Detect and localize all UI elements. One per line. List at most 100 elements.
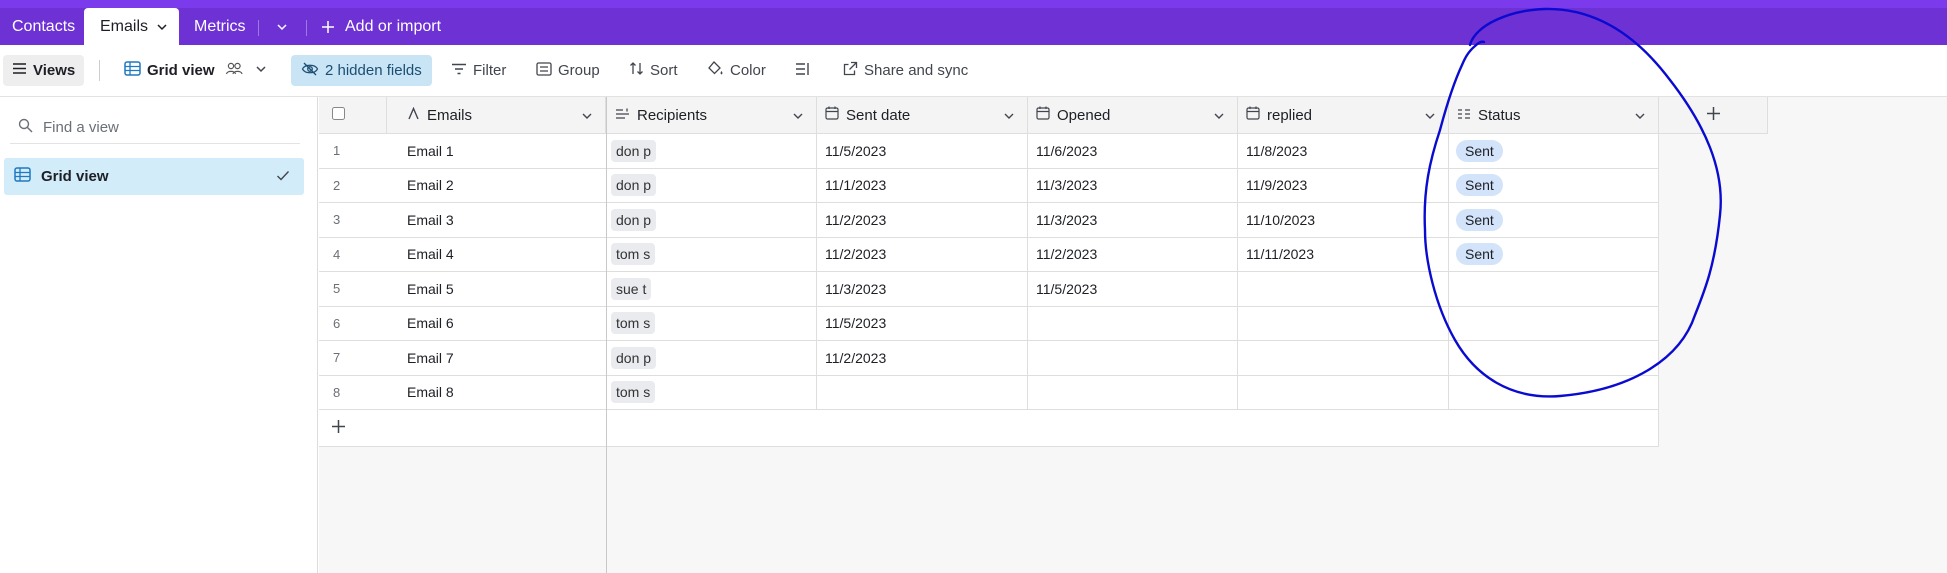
hidden-fields-button[interactable]: 2 hidden fields <box>291 55 432 86</box>
cell-replied[interactable]: 11/11/2023 <box>1238 237 1449 272</box>
cell-email[interactable]: Email 1 <box>387 134 607 169</box>
cell-replied[interactable] <box>1238 272 1449 307</box>
cell-status[interactable] <box>1449 272 1659 307</box>
column-header-opened[interactable]: Opened <box>1028 97 1238 134</box>
column-header-sent-date[interactable]: Sent date <box>817 97 1028 134</box>
cell-recipient[interactable]: don p <box>607 134 817 169</box>
cell-email[interactable]: Email 8 <box>387 375 607 410</box>
link-icon <box>615 107 630 124</box>
cell-email[interactable]: Email 7 <box>387 341 607 376</box>
cell-replied[interactable]: 11/9/2023 <box>1238 168 1449 203</box>
cell-sent-date[interactable]: 11/5/2023 <box>817 306 1028 341</box>
cell-opened[interactable] <box>1028 375 1238 410</box>
recipient-chip: don p <box>611 346 657 369</box>
cell-status[interactable]: Sent <box>1449 168 1659 203</box>
views-toggle-button[interactable]: Views <box>3 55 85 86</box>
cell-email[interactable]: Email 3 <box>387 203 607 238</box>
cell-email[interactable]: Email 4 <box>387 237 607 272</box>
cell-opened[interactable]: 11/3/2023 <box>1028 203 1238 238</box>
cell-opened[interactable]: 11/5/2023 <box>1028 272 1238 307</box>
cell-status[interactable] <box>1449 306 1659 341</box>
cell-replied[interactable] <box>1238 306 1449 341</box>
cell-replied[interactable]: 11/8/2023 <box>1238 134 1449 169</box>
cell-recipient[interactable]: tom s <box>607 375 817 410</box>
tab-metrics[interactable]: Metrics <box>194 8 246 45</box>
cell-status[interactable] <box>1449 341 1659 376</box>
toolbar-divider <box>99 60 100 81</box>
cell-sent-date[interactable]: 11/5/2023 <box>817 134 1028 169</box>
cell-opened-value: 11/6/2023 <box>1036 142 1098 159</box>
add-or-import-button[interactable]: Add or import <box>321 8 441 45</box>
group-icon <box>536 61 552 80</box>
cell-replied[interactable] <box>1238 375 1449 410</box>
column-header-emails[interactable]: Emails <box>387 97 606 134</box>
cell-recipient[interactable]: don p <box>607 168 817 203</box>
grid-view-switcher[interactable]: Grid view <box>124 55 267 86</box>
column-label: Status <box>1478 106 1521 124</box>
share-and-sync-button[interactable]: Share and sync <box>843 55 968 86</box>
cell-replied[interactable] <box>1238 341 1449 376</box>
group-button[interactable]: Group <box>536 55 600 86</box>
select-all-checkbox-cell[interactable] <box>319 97 387 134</box>
column-header-recipients[interactable]: Recipients <box>607 97 817 134</box>
cell-email-value: Email 7 <box>407 349 454 366</box>
cell-sent-date[interactable]: 11/2/2023 <box>817 237 1028 272</box>
sort-icon <box>629 61 644 80</box>
tab-contacts[interactable]: Contacts <box>12 8 75 45</box>
row-height-icon <box>795 62 811 80</box>
tab-separator <box>306 20 307 36</box>
cell-replied[interactable]: 11/10/2023 <box>1238 203 1449 238</box>
cell-opened[interactable]: 11/3/2023 <box>1028 168 1238 203</box>
add-record-button[interactable] <box>319 410 607 447</box>
chevron-down-icon[interactable] <box>1213 109 1225 126</box>
color-button[interactable]: Color <box>707 55 766 86</box>
chevron-down-icon[interactable] <box>1424 109 1436 126</box>
collaborative-view-icon <box>225 62 243 80</box>
column-label: Recipients <box>637 106 708 124</box>
chevron-down-icon[interactable] <box>792 109 804 126</box>
chevron-down-icon <box>275 20 289 34</box>
chevron-down-icon[interactable] <box>156 21 168 33</box>
cell-opened[interactable]: 11/6/2023 <box>1028 134 1238 169</box>
cell-sent-date[interactable]: 11/2/2023 <box>817 203 1028 238</box>
cell-sent-date-value: 11/2/2023 <box>825 349 887 366</box>
chevron-down-icon[interactable] <box>1003 109 1015 126</box>
chevron-down-icon[interactable] <box>1634 109 1646 126</box>
more-tables-button[interactable] <box>275 8 289 45</box>
cell-status[interactable] <box>1449 375 1659 410</box>
chevron-down-icon[interactable] <box>581 109 593 126</box>
cell-email[interactable]: Email 2 <box>387 168 607 203</box>
column-header-replied[interactable]: replied <box>1238 97 1449 134</box>
cell-recipient[interactable]: don p <box>607 341 817 376</box>
filter-icon <box>451 62 467 79</box>
add-field-button[interactable] <box>1659 97 1768 134</box>
cell-recipient[interactable]: sue t <box>607 272 817 307</box>
sidebar-view-grid[interactable]: Grid view <box>4 158 304 195</box>
column-label: replied <box>1267 106 1313 124</box>
chevron-down-icon[interactable] <box>255 62 267 79</box>
select-all-checkbox[interactable] <box>332 106 345 124</box>
sort-button[interactable]: Sort <box>629 55 678 86</box>
tab-emails[interactable]: Emails <box>84 8 179 45</box>
cell-status[interactable]: Sent <box>1449 237 1659 272</box>
row-height-button[interactable] <box>795 55 811 86</box>
cell-status[interactable]: Sent <box>1449 203 1659 238</box>
cell-email[interactable]: Email 5 <box>387 272 607 307</box>
find-view-search[interactable]: Find a view <box>10 111 300 144</box>
filter-button[interactable]: Filter <box>451 55 506 86</box>
cell-opened-value: 11/3/2023 <box>1036 211 1098 228</box>
cell-sent-date[interactable]: 11/2/2023 <box>817 341 1028 376</box>
cell-opened[interactable]: 11/2/2023 <box>1028 237 1238 272</box>
cell-recipient[interactable]: tom s <box>607 237 817 272</box>
cell-opened[interactable] <box>1028 306 1238 341</box>
cell-opened[interactable] <box>1028 341 1238 376</box>
cell-recipient[interactable]: don p <box>607 203 817 238</box>
cell-sent-date[interactable]: 11/1/2023 <box>817 168 1028 203</box>
cell-recipient[interactable]: tom s <box>607 306 817 341</box>
cell-status[interactable]: Sent <box>1449 134 1659 169</box>
cell-sent-date[interactable] <box>817 375 1028 410</box>
cell-sent-date[interactable]: 11/3/2023 <box>817 272 1028 307</box>
cell-email[interactable]: Email 6 <box>387 306 607 341</box>
column-header-status[interactable]: Status <box>1449 97 1659 134</box>
cell-replied-value: 11/9/2023 <box>1246 177 1308 194</box>
